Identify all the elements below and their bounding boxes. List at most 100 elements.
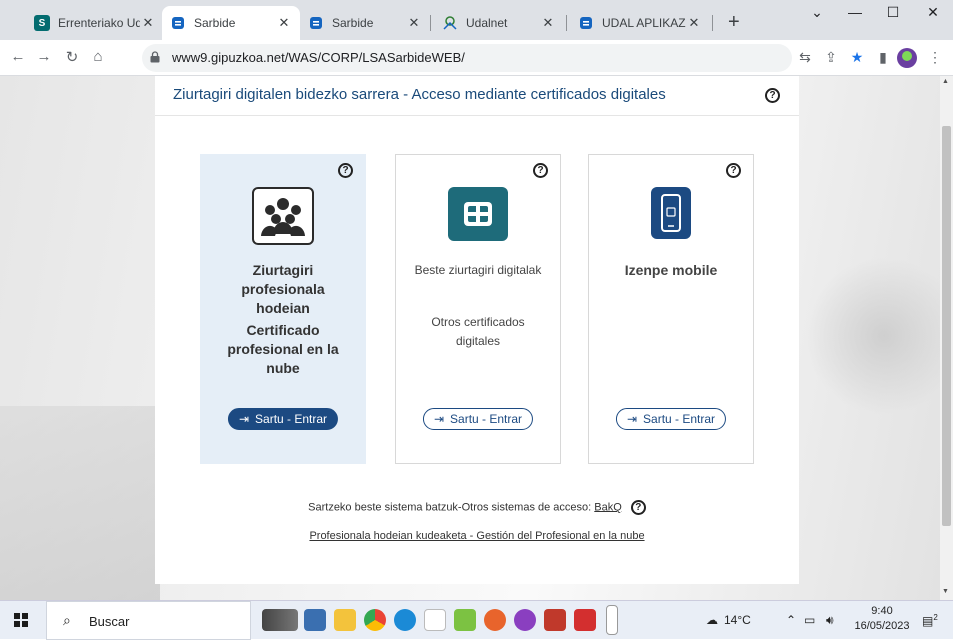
tab-sarbide-active[interactable]: Sarbide ✕ — [162, 6, 300, 40]
chip-card-icon — [448, 187, 508, 241]
close-icon[interactable]: ✕ — [686, 15, 702, 31]
menu-kebab-icon[interactable]: ⋮ — [926, 49, 944, 66]
tab-separator — [712, 15, 713, 31]
tab-strip: S Errenteriako Ud ✕ Sarbide ✕ Sarbide ✕ … — [0, 0, 953, 40]
enter-button-izenpe-mobile[interactable]: ⇥ Sartu - Entrar — [615, 408, 727, 430]
volume-icon[interactable]: 🔊︎ — [826, 613, 834, 628]
close-window-button[interactable]: ✕ — [910, 4, 953, 21]
help-icon[interactable]: ? — [533, 163, 548, 178]
panel-header: Ziurtagiri digitalen bidezko sarrera - A… — [155, 76, 799, 116]
bookmark-star-icon[interactable]: ★ — [848, 49, 866, 66]
clock-time: 9:40 — [871, 605, 893, 617]
tray-chevron-icon[interactable]: ⌃ — [786, 613, 796, 627]
acrobat-icon[interactable] — [574, 609, 596, 631]
card-izenpe-mobile[interactable]: ? Izenpe mobile ⇥ Sartu - Entrar — [588, 154, 754, 464]
browser-toolbar: ← → ↻ ⌂ www9.gipuzkoa.net/WAS/CORP/LSASa… — [0, 40, 953, 76]
card-label-es: Certificado profesional en la nube — [227, 322, 339, 376]
notification-glyph: ▤ — [922, 614, 934, 628]
lock-icon — [150, 51, 160, 63]
sharepoint-icon: S — [34, 15, 50, 31]
shield-icon — [308, 15, 324, 31]
search-icon: ⌕ — [63, 612, 71, 628]
notification-count: 2 — [933, 613, 938, 622]
tab-udalnet[interactable]: Udalnet ✕ — [434, 6, 564, 40]
help-icon[interactable]: ? — [765, 88, 780, 103]
people-group-icon — [252, 187, 314, 245]
close-icon[interactable]: ✕ — [276, 15, 292, 31]
temperature[interactable]: 14°C — [724, 613, 751, 627]
chrome-icon[interactable] — [364, 609, 386, 631]
mobile-phone-icon — [651, 187, 691, 239]
search-placeholder: Buscar — [89, 614, 130, 629]
card-label-eu: Ziurtagiri profesionala hodeian — [241, 262, 325, 316]
scroll-down-icon[interactable]: ▼ — [942, 588, 949, 595]
tab-sarbide[interactable]: Sarbide ✕ — [300, 6, 430, 40]
profile-avatar[interactable] — [897, 48, 917, 68]
enter-button-cloud-certificate[interactable]: ⇥ Sartu - Entrar — [227, 408, 339, 430]
back-icon[interactable]: ← — [8, 48, 28, 65]
management-link[interactable]: Profesionala hodeian kudeaketa - Gestión… — [155, 530, 799, 542]
close-icon[interactable]: ✕ — [140, 15, 156, 31]
camera-app-icon[interactable] — [262, 609, 298, 631]
red-app-icon[interactable] — [544, 609, 566, 631]
taskbar-clock[interactable]: 9:40 16/05/2023 — [852, 604, 912, 634]
green-app-icon[interactable] — [454, 609, 476, 631]
help-icon[interactable]: ? — [726, 163, 741, 178]
new-tab-button[interactable]: + — [728, 12, 740, 32]
close-icon[interactable]: ✕ — [540, 15, 556, 31]
show-hidden-icons[interactable] — [606, 605, 618, 635]
network-icon[interactable]: ▭ — [804, 613, 815, 627]
button-label: Sartu - Entrar — [450, 412, 523, 426]
button-label: Sartu - Entrar — [255, 412, 328, 426]
task-view-icon[interactable] — [304, 609, 326, 631]
reload-icon[interactable]: ↻ — [62, 48, 82, 66]
share-icon[interactable]: ⇪ — [822, 49, 840, 66]
login-arrow-icon: ⇥ — [433, 412, 445, 426]
login-panel: Ziurtagiri digitalen bidezko sarrera - A… — [155, 76, 799, 584]
tab-title: Sarbide — [332, 16, 374, 30]
scroll-thumb[interactable] — [942, 126, 951, 526]
tab-title: UDAL APLIKAZI — [602, 16, 686, 30]
login-arrow-icon: ⇥ — [238, 412, 250, 426]
url-text: www9.gipuzkoa.net/WAS/CORP/LSASarbideWEB… — [172, 50, 465, 65]
card-cloud-certificate[interactable]: ? Ziurtagiri profesionala hodeian Certif… — [200, 154, 366, 464]
purple-app-icon[interactable] — [514, 609, 536, 631]
scroll-up-icon[interactable]: ▲ — [942, 78, 949, 85]
file-explorer-icon[interactable] — [334, 609, 356, 631]
help-icon[interactable]: ? — [630, 500, 646, 515]
shield-icon — [170, 15, 186, 31]
bakq-link[interactable]: BakQ — [594, 501, 622, 513]
button-label: Sartu - Entrar — [643, 412, 716, 426]
address-bar[interactable]: www9.gipuzkoa.net/WAS/CORP/LSASarbideWEB… — [142, 44, 792, 72]
edge-icon[interactable] — [394, 609, 416, 631]
tab-separator — [566, 15, 567, 31]
enter-button-other-certificates[interactable]: ⇥ Sartu - Entrar — [422, 408, 534, 430]
translate-icon[interactable]: ⇆ — [796, 49, 814, 66]
card-label-eu: Izenpe mobile — [624, 262, 718, 278]
document-app-icon[interactable] — [424, 609, 446, 631]
card-other-certificates[interactable]: ? Beste ziurtagiri digitalak Otros certi… — [395, 154, 561, 464]
shield-icon — [578, 15, 594, 31]
other-systems-label: Sartzeko beste sistema batzuk-Otros sist… — [308, 501, 592, 514]
tab-title: Udalnet — [466, 16, 508, 30]
help-icon[interactable]: ? — [338, 163, 353, 178]
tab-udal-aplikazio[interactable]: UDAL APLIKAZI ✕ — [570, 6, 710, 40]
weather-icon[interactable]: ☁ — [706, 613, 718, 627]
firefox-icon[interactable] — [484, 609, 506, 631]
card-label-es: Otros certificados digitales — [431, 315, 525, 348]
tab-title: Sarbide — [194, 16, 236, 30]
page-scrollbar[interactable]: ▲ ▼ — [940, 76, 953, 600]
home-icon[interactable]: ⌂ — [88, 48, 108, 65]
clock-date: 16/05/2023 — [854, 620, 910, 632]
other-access-systems: Sartzeko beste sistema batzuk-Otros sist… — [155, 500, 799, 515]
side-panel-icon[interactable]: ▮ — [874, 49, 892, 66]
background-image — [0, 406, 160, 600]
tab-separator — [430, 15, 431, 31]
forward-icon[interactable]: → — [34, 48, 54, 65]
login-arrow-icon: ⇥ — [626, 412, 638, 426]
taskbar-search[interactable]: ⌕ Buscar — [46, 601, 251, 640]
tab-errenteriako[interactable]: S Errenteriako Ud ✕ — [26, 6, 164, 40]
close-icon[interactable]: ✕ — [406, 15, 422, 31]
windows-start-icon[interactable] — [14, 613, 28, 627]
notification-icon[interactable]: ▤2 — [922, 613, 938, 628]
